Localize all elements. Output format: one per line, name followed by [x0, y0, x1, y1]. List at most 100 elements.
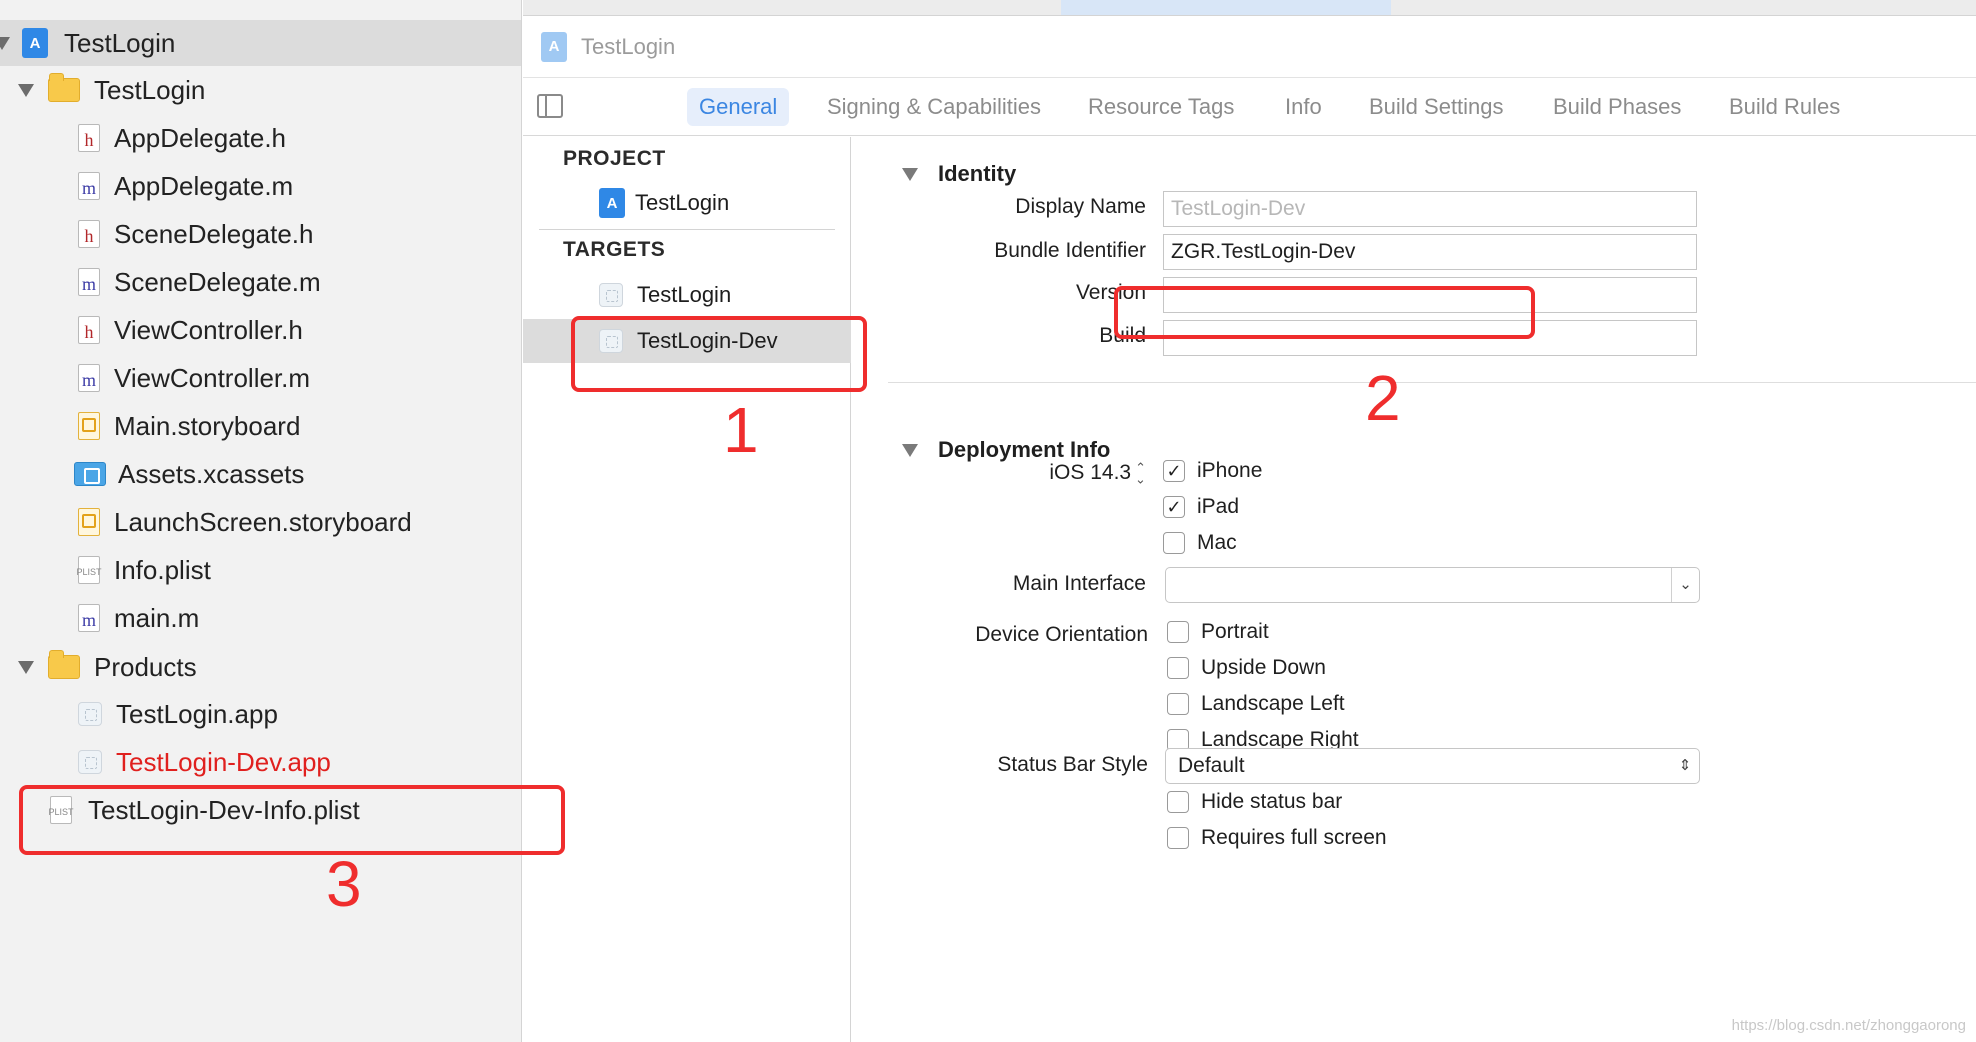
- main-interface-select[interactable]: ⌄: [1165, 567, 1700, 603]
- checkbox-icon[interactable]: [1167, 621, 1189, 643]
- project-item[interactable]: A TestLogin: [523, 181, 851, 225]
- storyboard-file-icon: [78, 508, 100, 536]
- version-label: Version: [1075, 281, 1146, 304]
- deployment-title: Deployment Info: [938, 437, 1111, 462]
- checkbox-checked-icon[interactable]: ✓: [1163, 460, 1185, 482]
- identity-section-header[interactable]: Identity: [902, 161, 1016, 187]
- device-checkbox-mac[interactable]: Mac: [1163, 531, 1237, 555]
- device-checkbox-label: iPad: [1197, 495, 1240, 518]
- navigator-item-file[interactable]: h ViewController.h: [0, 307, 521, 353]
- navigator-item-file[interactable]: Main.storyboard: [0, 403, 521, 449]
- navigator-item-label: Info.plist: [114, 554, 211, 585]
- general-settings: Identity Display Name TestLogin-Dev Bund…: [852, 137, 1976, 1042]
- checkbox-icon[interactable]: [1167, 693, 1189, 715]
- device-checkbox-iphone[interactable]: ✓ iPhone: [1163, 459, 1262, 483]
- build-label: Build: [1099, 324, 1146, 347]
- checkbox-icon[interactable]: [1167, 827, 1189, 849]
- stepper-chevrons-icon[interactable]: ⌃ ⌃: [1135, 461, 1146, 486]
- navigator-item-label: TestLogin-Dev-Info.plist: [88, 794, 360, 825]
- jump-bar-project[interactable]: TestLogin: [581, 34, 675, 60]
- checkbox-icon[interactable]: [1163, 532, 1185, 554]
- checkbox-icon[interactable]: [1167, 791, 1189, 813]
- build-field[interactable]: [1163, 320, 1697, 356]
- checkbox-icon[interactable]: [1167, 657, 1189, 679]
- stepper-chevrons-icon[interactable]: ⇕: [1671, 749, 1699, 783]
- targets-list: PROJECT A TestLogin TARGETS TestLogin Te…: [523, 137, 851, 1042]
- annotation-number-1: 1: [723, 394, 759, 466]
- navigator-item-file[interactable]: Assets.xcassets: [0, 451, 521, 497]
- navigator-toolbar: [0, 0, 521, 6]
- target-item[interactable]: TestLogin: [523, 273, 851, 317]
- version-field[interactable]: [1163, 277, 1697, 313]
- navigator-item-file[interactable]: m AppDelegate.m: [0, 163, 521, 209]
- tab-info[interactable]: Info: [1273, 88, 1334, 126]
- orientation-checkbox-upside-down[interactable]: Upside Down: [1167, 656, 1326, 680]
- orientation-checkbox-portrait[interactable]: Portrait: [1167, 620, 1269, 644]
- bundle-identifier-field[interactable]: ZGR.TestLogin-Dev: [1163, 234, 1697, 270]
- navigator-group-testlogin[interactable]: TestLogin: [0, 67, 521, 113]
- navigator-root-project[interactable]: A TestLogin: [0, 20, 521, 66]
- disclosure-triangle-icon[interactable]: [902, 443, 918, 457]
- disclosure-triangle-icon[interactable]: [902, 167, 918, 181]
- status-bar-style-label: Status Bar Style: [997, 753, 1148, 776]
- tab-general[interactable]: General: [687, 88, 790, 126]
- tab-build-rules[interactable]: Build Rules: [1717, 88, 1852, 126]
- disclosure-triangle-icon[interactable]: [18, 660, 34, 674]
- checkbox-checked-icon[interactable]: ✓: [1163, 496, 1185, 518]
- navigator-item-file[interactable]: m SceneDelegate.m: [0, 259, 521, 305]
- annotation-number-2: 2: [1365, 362, 1401, 434]
- navigator-item-product[interactable]: TestLogin.app: [0, 691, 521, 737]
- navigator-root-label: TestLogin: [64, 27, 176, 58]
- chevron-down-icon[interactable]: ⌄: [1671, 568, 1699, 602]
- navigator-item-product[interactable]: TestLogin-Dev.app: [0, 739, 521, 785]
- navigator-item-file[interactable]: m ViewController.m: [0, 355, 521, 401]
- asset-catalog-icon: [74, 462, 106, 486]
- display-name-field[interactable]: TestLogin-Dev: [1163, 191, 1697, 227]
- m-file-icon: m: [78, 268, 100, 296]
- navigator-item-label: SceneDelegate.h: [114, 218, 314, 249]
- navigator-item-label: AppDelegate.h: [114, 122, 287, 153]
- navigator-item-file[interactable]: PLIST Info.plist: [0, 547, 521, 593]
- navigator-item-label: Main.storyboard: [114, 410, 301, 441]
- folder-icon: [48, 73, 80, 102]
- target-item-selected[interactable]: TestLogin-Dev: [523, 319, 851, 363]
- h-file-icon: h: [78, 220, 100, 248]
- navigator-item-file[interactable]: h AppDelegate.h: [0, 115, 521, 161]
- project-navigator: A TestLogin TestLogin h AppDelegate.h m App…: [0, 0, 522, 1042]
- app-product-icon: [78, 702, 102, 726]
- orientation-checkbox-landscape-left[interactable]: Landscape Left: [1167, 692, 1345, 716]
- display-name-label: Display Name: [1015, 195, 1146, 218]
- tab-signing-capabilities[interactable]: Signing & Capabilities: [815, 88, 1053, 126]
- navigator-group-products[interactable]: Products: [0, 644, 521, 690]
- ios-version-selector[interactable]: iOS 14.3 ⌃ ⌃: [846, 461, 1146, 486]
- storyboard-file-icon: [78, 412, 100, 440]
- sidebar-toggle-icon[interactable]: [537, 94, 563, 118]
- plist-file-icon: PLIST: [77, 556, 102, 584]
- editor-active-tab[interactable]: [1061, 0, 1391, 15]
- status-bar-option-hide-status-bar[interactable]: Hide status bar: [1167, 790, 1342, 814]
- tab-build-settings[interactable]: Build Settings: [1357, 88, 1516, 126]
- orientation-checkbox-label: Upside Down: [1201, 656, 1326, 679]
- disclosure-triangle-icon[interactable]: [0, 36, 10, 50]
- navigator-item-file[interactable]: h SceneDelegate.h: [0, 211, 521, 257]
- navigator-item-label: Assets.xcassets: [118, 458, 305, 489]
- project-section-header: PROJECT: [563, 147, 666, 170]
- deployment-section-header[interactable]: Deployment Info: [902, 437, 1110, 463]
- app-product-icon: [78, 750, 102, 774]
- navigator-item-file[interactable]: PLIST TestLogin-Dev-Info.plist: [0, 787, 521, 833]
- navigator-item-file[interactable]: m main.m: [0, 595, 521, 641]
- status-bar-option-requires-full-screen[interactable]: Requires full screen: [1167, 826, 1387, 850]
- target-app-icon: [599, 283, 623, 307]
- status-bar-style-select[interactable]: Default ⇕: [1165, 748, 1700, 784]
- tab-build-phases[interactable]: Build Phases: [1541, 88, 1693, 126]
- navigator-item-label: ViewController.h: [114, 314, 303, 345]
- identity-title: Identity: [938, 161, 1017, 186]
- divider: [539, 229, 835, 230]
- device-checkbox-ipad[interactable]: ✓ iPad: [1163, 495, 1239, 519]
- h-file-icon: h: [78, 316, 100, 344]
- navigator-group-label: Products: [94, 651, 197, 682]
- navigator-item-label: ViewController.m: [114, 362, 311, 393]
- tab-resource-tags[interactable]: Resource Tags: [1076, 88, 1246, 126]
- navigator-item-file[interactable]: LaunchScreen.storyboard: [0, 499, 521, 545]
- disclosure-triangle-icon[interactable]: [18, 83, 34, 97]
